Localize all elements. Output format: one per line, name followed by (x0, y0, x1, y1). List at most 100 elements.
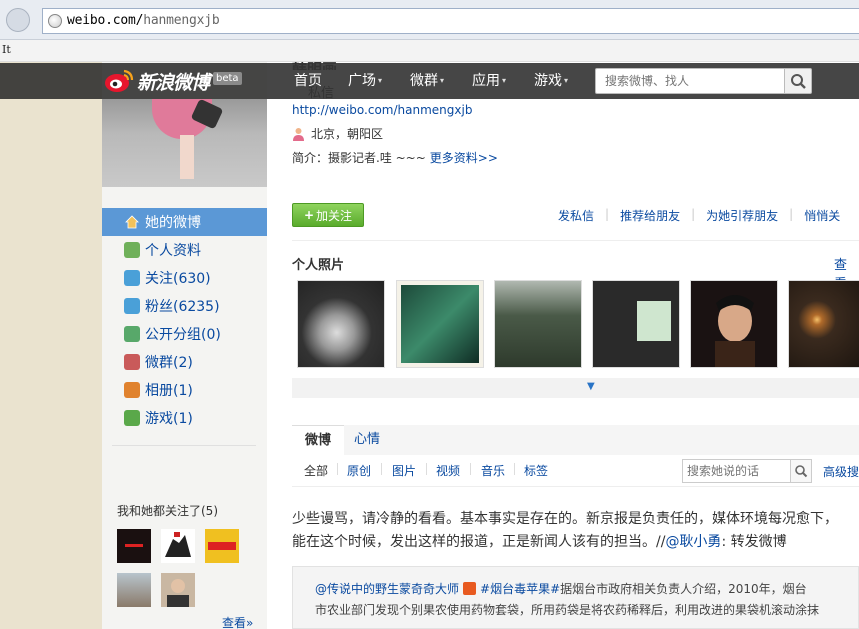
avatar-image (125, 544, 143, 547)
sidebar-item-label: 关注(630) (145, 271, 211, 287)
address-bar[interactable]: weibo.com/hanmengxjb (42, 8, 859, 34)
filter-tags[interactable]: 标签 (524, 462, 548, 479)
photo-thumbnail[interactable] (396, 280, 484, 368)
global-search-button[interactable] (784, 68, 812, 94)
album-icon (124, 382, 140, 398)
sidebar-menu: 她的微博 个人资料关注(630) 粉丝(6235) 公开分组(0) 微群(2) 相册(1)… (102, 208, 267, 432)
filter-video[interactable]: 视频 (436, 462, 460, 479)
photo-image (401, 285, 479, 363)
sidebar-item-1[interactable]: 个人资料 (102, 236, 267, 264)
profile-photo[interactable] (102, 99, 267, 187)
url-path: hanmengxjb (143, 13, 220, 28)
action-link-1[interactable]: 推荐给朋友 (620, 207, 680, 224)
profile-icon (124, 242, 140, 258)
weibo-post: 少些谩骂，请冷静的看看。基本事实是存在的。新京报是负责任的，媒体环境每况愈下， … (292, 508, 859, 554)
avatar-image (167, 579, 189, 607)
game-icon (124, 410, 140, 426)
feed-filters: 全部 原创 图片 视频 音乐 标签 高级搜 (292, 455, 859, 487)
mention-link[interactable]: @耿小勇 (665, 534, 721, 550)
profile-name: 韩明画 (292, 62, 337, 70)
sidebar-item-7[interactable]: 游戏(1) (102, 404, 267, 432)
tab-weibo[interactable]: 微博 (292, 425, 345, 455)
search-icon (795, 465, 808, 478)
more-info-link[interactable]: 更多资料>> (430, 151, 498, 165)
post-text-line: 能在这个时候，发出这样的报道，正是新闻人该有的担当。//@耿小勇: 转发微博 (292, 531, 859, 554)
profile-url[interactable]: http://weibo.com/hanmengxjb (292, 103, 472, 117)
photo-thumbnail[interactable] (690, 280, 778, 368)
weibo-eye-icon (105, 69, 134, 92)
filter-image[interactable]: 图片 (392, 462, 416, 479)
repost-user-link[interactable]: @传说中的野生蒙奇奇大师 (315, 582, 459, 596)
back-button[interactable] (6, 8, 30, 32)
nav-item-label: 游戏 (534, 73, 562, 89)
advanced-search-link[interactable]: 高级搜 (823, 463, 859, 480)
sidebar-item-3[interactable]: 粉丝(6235) (102, 292, 267, 320)
action-link-0[interactable]: 发私信 (558, 207, 594, 224)
plus-icon: + (303, 208, 315, 222)
bio-text: 简介：摄影记者.哇 ~~~ (292, 151, 426, 165)
photo-thumbnail[interactable] (788, 280, 859, 368)
photo-thumbnail[interactable] (494, 280, 582, 368)
filter-separator (426, 463, 427, 475)
repost-text-segment: 据烟台市政府相关负责人介绍，2010年，烟台 (560, 582, 807, 596)
nav-item-3[interactable]: 应用 ▾ (472, 63, 534, 99)
follow-avatar[interactable] (117, 529, 151, 563)
avatar-image (208, 542, 236, 550)
filter-separator (381, 463, 382, 475)
filter-separator (514, 463, 515, 475)
photo-thumbnail[interactable] (297, 280, 385, 368)
weibo-logo[interactable]: 新浪微博 beta (104, 67, 242, 95)
follow-avatar[interactable] (205, 529, 239, 563)
sidebar-item-label: 粉丝(6235) (145, 299, 220, 315)
profile-bio: 简介：摄影记者.哇 ~~~ 更多资料>> (292, 149, 498, 166)
post-text: : 转发微博 (721, 534, 787, 550)
follow-avatar[interactable] (161, 529, 195, 563)
nav-item-1[interactable]: 广场 ▾ (348, 63, 410, 99)
reposted-weibo: @传说中的野生蒙奇奇大师 #烟台毒苹果#据烟台市政府相关负责人介绍，2010年，烟… (292, 566, 859, 629)
sidebar-item-4[interactable]: 公开分组(0) (102, 320, 267, 348)
feed-search[interactable] (682, 459, 792, 483)
filter-original[interactable]: 原创 (347, 462, 371, 479)
sidebar-item-label: 相册(1) (145, 383, 193, 399)
global-search-input[interactable] (596, 69, 784, 93)
sidebar-item-2[interactable]: 关注(630) (102, 264, 267, 292)
photos-title: 个人照片 (292, 258, 345, 273)
sidebar-divider (112, 445, 256, 446)
post-text-line: 少些谩骂，请冷静的看看。基本事实是存在的。新京报是负责任的，媒体环境每况愈下， (292, 511, 838, 527)
tab-mood[interactable]: 心情 (341, 425, 393, 455)
photos-expand-bar[interactable]: ▼ (292, 378, 859, 398)
sidebar-item-6[interactable]: 相册(1) (102, 376, 267, 404)
globe-icon (48, 14, 62, 28)
follow-icon (124, 270, 140, 286)
follow-avatar[interactable] (117, 573, 151, 607)
url-host: weibo.com/ (67, 13, 144, 28)
weiqun-icon (124, 354, 140, 370)
bookmark-item[interactable]: It (2, 43, 11, 56)
feed-search-button[interactable] (790, 459, 812, 483)
feed-search-input[interactable] (683, 460, 791, 482)
nav-item-4[interactable]: 游戏 ▾ (534, 63, 596, 99)
sidebar-item-label: 游戏(1) (145, 411, 193, 427)
action-link-3[interactable]: 悄悄关 (804, 207, 840, 224)
private-message-link[interactable]: 私信 (308, 82, 334, 101)
sidebar-item-0[interactable]: 她的微博 (102, 208, 267, 236)
photo-thumbnail[interactable] (592, 280, 680, 368)
common-follow-more-link[interactable]: 查看» (222, 614, 253, 629)
beta-badge: beta (213, 71, 242, 85)
nav-item-2[interactable]: 微群 ▾ (410, 63, 472, 99)
section-divider (292, 240, 859, 241)
nav-item-label: 应用 (472, 73, 500, 89)
follow-avatar[interactable] (161, 573, 195, 607)
follow-button[interactable]: + 加关注 (292, 203, 364, 227)
action-link-2[interactable]: 为她引荐朋友 (706, 207, 778, 224)
search-icon (791, 74, 806, 89)
repost-line: @传说中的野生蒙奇奇大师 #烟台毒苹果#据烟台市政府相关负责人介绍，2010年，烟… (315, 579, 858, 600)
sidebar-item-5[interactable]: 微群(2) (102, 348, 267, 376)
chevron-down-icon: ▾ (440, 76, 445, 85)
topic-link[interactable]: #烟台毒苹果# (480, 582, 560, 596)
global-search[interactable] (595, 68, 785, 94)
action-separator: | (789, 207, 794, 221)
repost-text: @传说中的野生蒙奇奇大师 #烟台毒苹果#据烟台市政府相关负责人介绍，2010年，烟… (315, 579, 858, 621)
filter-all[interactable]: 全部 (304, 462, 328, 479)
filter-music[interactable]: 音乐 (481, 462, 505, 479)
